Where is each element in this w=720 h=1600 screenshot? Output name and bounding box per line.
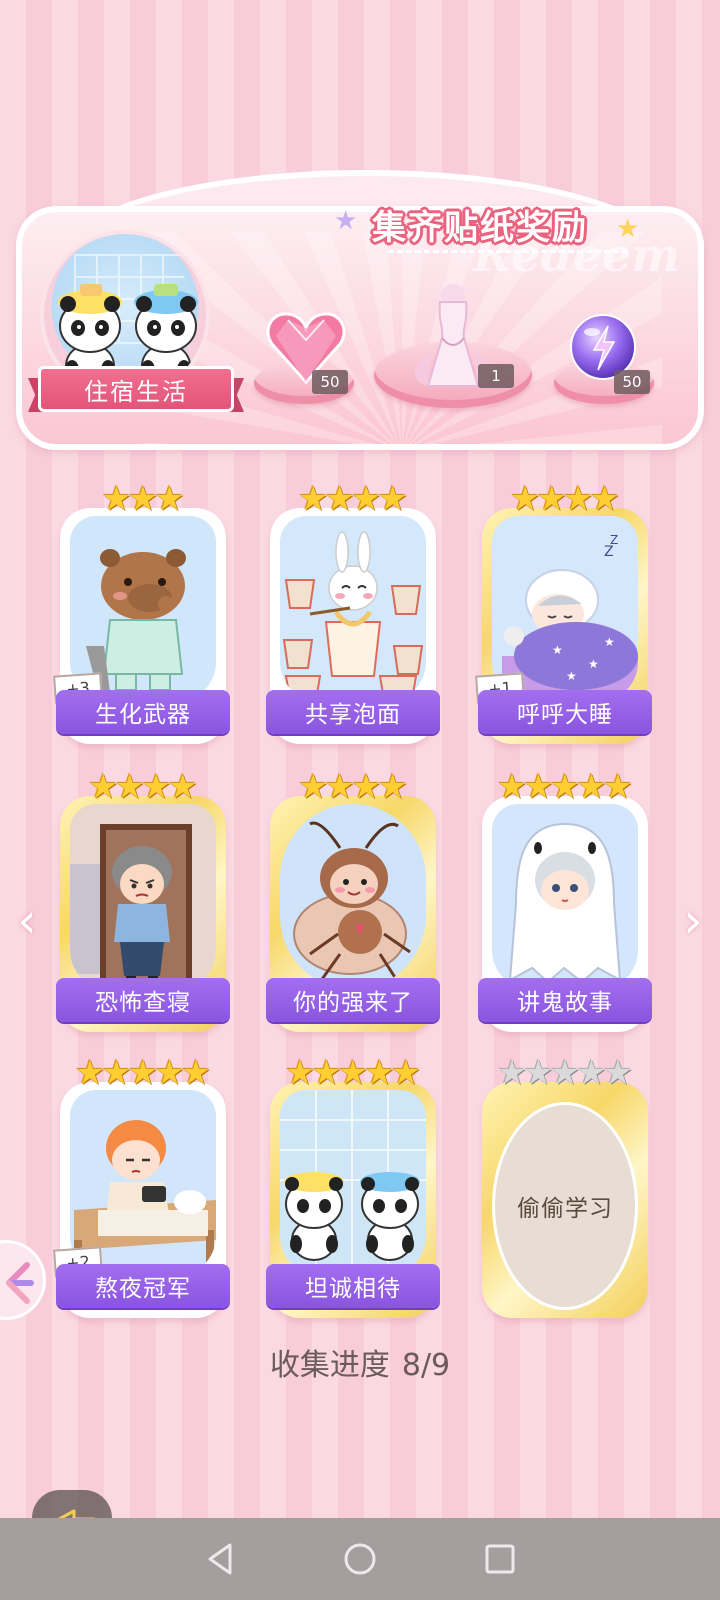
star-icon: ★	[180, 1053, 212, 1093]
star-rating: ★ ★ ★ ★ ★	[270, 1056, 436, 1090]
banner-title: 集齐贴纸奖励	[372, 208, 588, 248]
progress-value: 8/9	[401, 1348, 451, 1383]
collection-progress: 收集进度 8/9	[0, 1340, 720, 1384]
sticker-card[interactable]: ★ ★ ★ ★ 恐怖查寝	[56, 770, 230, 1032]
nav-back-icon[interactable]	[202, 1541, 238, 1577]
star-icon: ★	[602, 1053, 634, 1093]
prev-page-arrow-icon[interactable]: ‹	[12, 896, 42, 946]
sticker-card[interactable]: ★ ★ ★ ★ ★ +2 熬夜冠军	[53, 1056, 230, 1318]
star-icon: ★	[377, 767, 408, 807]
sticker-reward-banner: Redeem ★ ★ 集齐贴纸奖励 住宿生活 50 1 50	[16, 170, 704, 450]
locked-sticker-slot: 偷偷学习	[492, 1102, 638, 1310]
star-icon: ★	[616, 214, 640, 244]
sticker-card[interactable]: ★ ★ ★ ★ 共享泡面	[266, 482, 440, 744]
sticker-card[interactable]: ★ ★ ★ ★ ★ 讲鬼故事	[478, 770, 652, 1032]
cockroach-art-icon	[293, 821, 411, 983]
sticker-label: 恐怖查寝	[56, 978, 230, 1022]
dorm-auntie-art-icon	[70, 804, 216, 990]
star-rating: ★ ★ ★ ★	[270, 482, 436, 516]
star-icon: ★	[589, 479, 620, 519]
star-rating: ★ ★ ★	[60, 482, 226, 516]
svg-text:★: ★	[566, 669, 577, 683]
sticker-label: 偷偷学习	[517, 1196, 613, 1222]
star-icon: ★	[167, 767, 198, 807]
star-icon: ★	[390, 1053, 422, 1093]
theme-name-ribbon: 住宿生活	[38, 366, 234, 412]
svg-text:Z: Z	[610, 533, 618, 547]
sticker-label: 呼呼大睡	[478, 690, 652, 734]
sticker-card[interactable]: ★ ★ ★ ★ 你的强来了	[266, 770, 440, 1032]
progress-label: 收集进度	[269, 1348, 390, 1383]
side-menu-bubble[interactable]	[0, 1240, 46, 1320]
star-icon: ★	[377, 479, 408, 519]
svg-text:★: ★	[604, 635, 615, 649]
sticker-card[interactable]: ★ ★ ★ ★ Z Z ★ ★ ★ ★ +1 呼呼大睡	[475, 482, 652, 744]
sticker-card[interactable]: ★ ★ ★ ★ ★ 坦诚相待	[266, 1056, 440, 1318]
theme-name: 住宿生活	[84, 377, 188, 406]
star-rating: ★ ★ ★ ★	[60, 770, 226, 804]
sticker-card-locked[interactable]: ★ ★ ★ ★ ★ 偷偷学习	[482, 1056, 648, 1318]
star-icon: ★	[334, 206, 358, 236]
svg-text:★: ★	[588, 657, 599, 671]
star-rating: ★ ★ ★ ★	[482, 482, 648, 516]
sticker-label: 你的强来了	[266, 978, 440, 1022]
sticker-label: 共享泡面	[266, 690, 440, 734]
star-rating: ★ ★ ★ ★ ★	[482, 770, 648, 804]
pandas-bath-art-icon	[280, 1090, 426, 1276]
star-rating: ★ ★ ★ ★ ★	[60, 1056, 226, 1090]
sticker-label: 生化武器	[56, 690, 230, 734]
sticker-card[interactable]: ★ ★ ★ +3 生化武器	[53, 482, 230, 744]
star-icon: ★	[602, 767, 634, 807]
next-page-arrow-icon[interactable]: ›	[678, 896, 708, 946]
star-rating: ★ ★ ★ ★	[270, 770, 436, 804]
nav-recents-icon[interactable]	[482, 1541, 518, 1577]
sticker-label: 熬夜冠军	[56, 1264, 230, 1308]
sticker-label: 坦诚相待	[266, 1264, 440, 1308]
star-rating: ★ ★ ★ ★ ★	[482, 1056, 648, 1090]
star-icon: ★	[154, 479, 185, 519]
sticker-label: 讲鬼故事	[478, 978, 652, 1022]
ghost-boy-art-icon	[508, 822, 622, 984]
reward-count: 50	[614, 370, 650, 394]
fan-icon	[6, 1262, 34, 1304]
reward-count: 50	[312, 370, 348, 394]
reward-count: 1	[478, 364, 514, 388]
nav-home-icon[interactable]	[342, 1541, 378, 1577]
bunny-noodles-art-icon	[282, 531, 424, 701]
svg-text:★: ★	[552, 643, 563, 657]
system-navigation-bar	[0, 1518, 720, 1600]
